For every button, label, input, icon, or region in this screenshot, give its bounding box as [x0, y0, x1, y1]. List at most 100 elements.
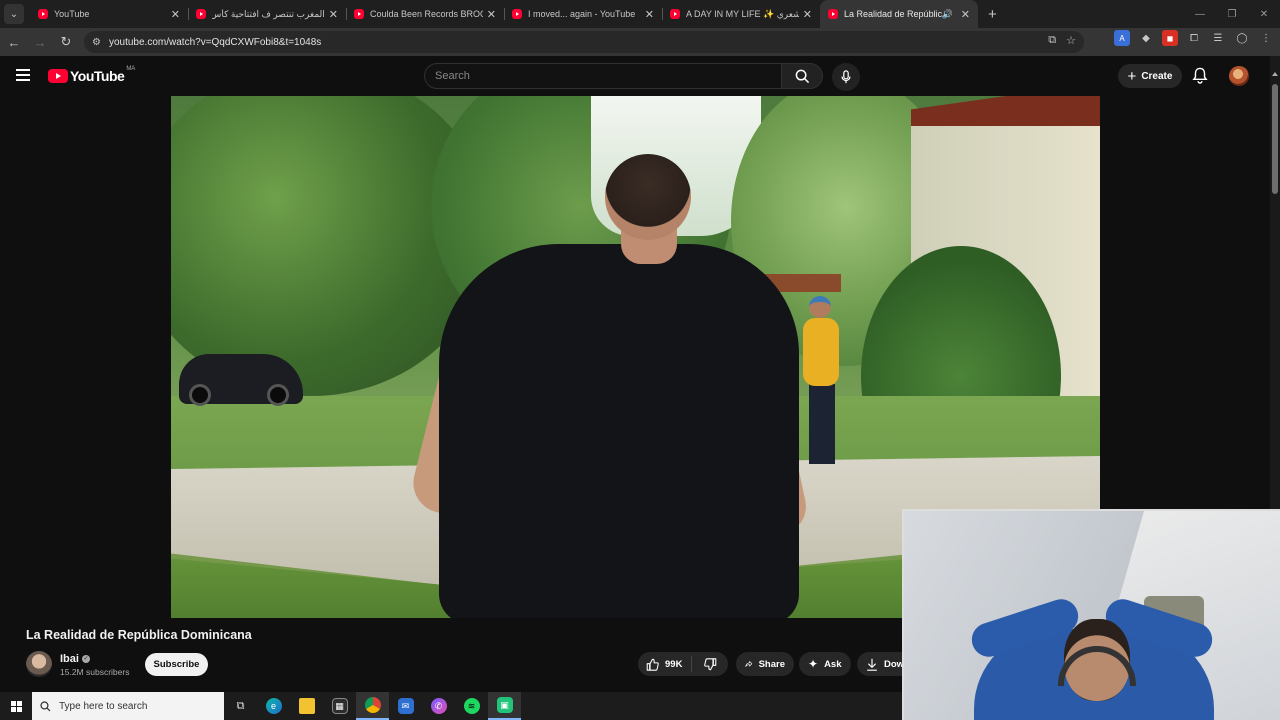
browser-toolbar: ← → ↻ ⚙ youtube.com/watch?v=QqdCXWFobi8&…: [0, 28, 1280, 56]
voice-search-button[interactable]: [832, 63, 860, 91]
channel-name[interactable]: Ibai ✓: [60, 653, 90, 665]
youtube-favicon-icon: [828, 9, 838, 19]
video-frame-person-legs: [809, 384, 835, 464]
reload-icon[interactable]: ↻: [54, 30, 78, 54]
video-frame-car-wheel: [189, 384, 211, 406]
speaker-icon[interactable]: 🔊: [942, 9, 953, 20]
window-controls: — ❐ ✕: [1184, 0, 1280, 28]
scroll-up-arrow-icon[interactable]: [1272, 72, 1278, 76]
search-icon: [40, 700, 51, 711]
close-window-icon[interactable]: ✕: [1248, 0, 1280, 28]
channel-avatar[interactable]: [26, 651, 52, 677]
task-view-icon[interactable]: ⧉: [224, 692, 257, 720]
logo-text: YouTube: [70, 68, 125, 84]
mail-app-icon[interactable]: ✉: [389, 692, 422, 720]
user-avatar[interactable]: [1229, 66, 1249, 86]
extension-diamond-icon[interactable]: ◆: [1138, 30, 1154, 46]
new-tab-plus-icon[interactable]: +: [988, 6, 997, 23]
tab-close-icon[interactable]: ✕: [645, 8, 654, 21]
notifications-bell-icon[interactable]: [1192, 67, 1208, 89]
thumbs-down-icon: [703, 657, 716, 670]
profile-icon[interactable]: ◯: [1234, 30, 1250, 46]
chrome-icon[interactable]: [356, 692, 389, 720]
subscriber-count: 15.2M subscribers: [60, 667, 130, 677]
browser-menu-icon[interactable]: ⋮: [1258, 30, 1274, 46]
tab-title: YouTube: [54, 9, 90, 19]
microsoft-store-icon[interactable]: ▦: [323, 692, 356, 720]
video-title: La Realidad de República Dominicana: [26, 628, 252, 642]
youtube-favicon-icon: [196, 9, 206, 19]
search-icon: [795, 69, 809, 83]
minimize-icon[interactable]: —: [1184, 0, 1216, 28]
translate-extension-icon[interactable]: A: [1114, 30, 1130, 46]
subscribe-button[interactable]: Subscribe: [145, 653, 208, 676]
country-code: MA: [126, 66, 136, 72]
thumbs-up-icon: [646, 658, 659, 671]
create-label: Create: [1141, 70, 1173, 82]
file-explorer-icon[interactable]: [290, 692, 323, 720]
spotify-icon[interactable]: ≋: [455, 692, 488, 720]
back-arrow-icon[interactable]: ←: [2, 30, 26, 54]
tab-close-icon[interactable]: ✕: [961, 8, 970, 21]
like-dislike-group: 99K: [638, 652, 728, 676]
tab-close-icon[interactable]: ✕: [487, 8, 496, 21]
windows-start-icon[interactable]: [0, 692, 32, 720]
bookmark-star-icon[interactable]: ☆: [1066, 34, 1076, 47]
hamburger-menu-icon[interactable]: [16, 69, 30, 81]
tab-title: I moved... again - YouTube: [528, 9, 636, 19]
forward-arrow-icon[interactable]: →: [28, 30, 52, 54]
browser-tab[interactable]: المغرب تنتصر ف افتتاحية كأس الأ ✕: [188, 0, 346, 28]
webcam-overlay: [902, 509, 1280, 720]
youtube-logo[interactable]: YouTube MA: [48, 66, 136, 84]
youtube-header: YouTube MA Search + Create: [0, 56, 1270, 96]
tab-close-icon[interactable]: ✕: [171, 8, 180, 21]
browser-tab[interactable]: A DAY IN MY LIFE ✨ بعت شعري ✕: [662, 0, 820, 28]
tab-title: Coulda Been Records BROOKLY: [370, 9, 483, 19]
video-frame-person-yellow-shirt: [803, 318, 839, 386]
create-button[interactable]: + Create: [1118, 64, 1182, 88]
install-app-icon[interactable]: ⧉: [1048, 34, 1056, 47]
tab-search-chevron-icon[interactable]: ⌄: [4, 4, 24, 24]
youtube-favicon-icon: [38, 9, 48, 19]
share-button[interactable]: Share: [736, 652, 794, 676]
taskbar-search-input[interactable]: Type here to search: [32, 692, 224, 720]
channel-name-text: Ibai: [60, 653, 79, 665]
sparkle-icon: ✦: [808, 657, 819, 671]
dislike-button[interactable]: [692, 657, 728, 671]
scrollbar-thumb[interactable]: [1272, 84, 1278, 194]
video-frame-head: [605, 154, 691, 240]
ask-button[interactable]: ✦ Ask: [799, 652, 851, 676]
like-button[interactable]: 99K: [638, 656, 692, 672]
tab-title: A DAY IN MY LIFE ✨ بعت شعري: [686, 8, 799, 19]
share-label: Share: [758, 658, 785, 670]
browser-tab[interactable]: YouTube ✕: [30, 0, 188, 28]
edge-browser-icon[interactable]: e: [257, 692, 290, 720]
url-text: youtube.com/watch?v=QqdCXWFobi8&t=1048s: [108, 36, 322, 48]
address-bar[interactable]: ⚙ youtube.com/watch?v=QqdCXWFobi8&t=1048…: [84, 31, 1084, 53]
video-frame-person-head: [809, 296, 831, 318]
tab-list: YouTube ✕ المغرب تنتصر ف افتتاحية كأس ال…: [30, 0, 978, 28]
browser-tab[interactable]: I moved... again - YouTube ✕: [504, 0, 662, 28]
extension-red-icon[interactable]: ◼: [1162, 30, 1178, 46]
extensions-puzzle-icon[interactable]: ⧠: [1186, 30, 1202, 46]
messenger-icon[interactable]: ✆: [422, 692, 455, 720]
video-frame-car-wheel: [267, 384, 289, 406]
extensions-bar: A ◆ ◼ ⧠ ☰ ◯ ⋮: [1114, 30, 1274, 46]
search-button[interactable]: [781, 63, 823, 89]
youtube-favicon-icon: [670, 9, 680, 19]
like-count: 99K: [665, 658, 683, 670]
search-input[interactable]: Search: [424, 63, 782, 89]
tab-close-icon[interactable]: ✕: [803, 8, 812, 21]
tab-close-icon[interactable]: ✕: [329, 8, 338, 21]
browser-tab[interactable]: Coulda Been Records BROOKLY ✕: [346, 0, 504, 28]
ask-label: Ask: [824, 658, 842, 670]
taskbar-search-placeholder: Type here to search: [59, 700, 148, 712]
omnibox-actions: ⧉ ☆: [1048, 34, 1076, 47]
browser-tab-active[interactable]: La Realidad de República D 🔊 ✕: [820, 0, 978, 28]
plus-icon: +: [1127, 67, 1137, 85]
app-green-icon[interactable]: ▣: [488, 692, 521, 720]
verified-check-icon: ✓: [81, 655, 90, 664]
reading-list-icon[interactable]: ☰: [1210, 30, 1226, 46]
site-info-icon[interactable]: ⚙: [92, 37, 101, 48]
restore-icon[interactable]: ❐: [1216, 0, 1248, 28]
